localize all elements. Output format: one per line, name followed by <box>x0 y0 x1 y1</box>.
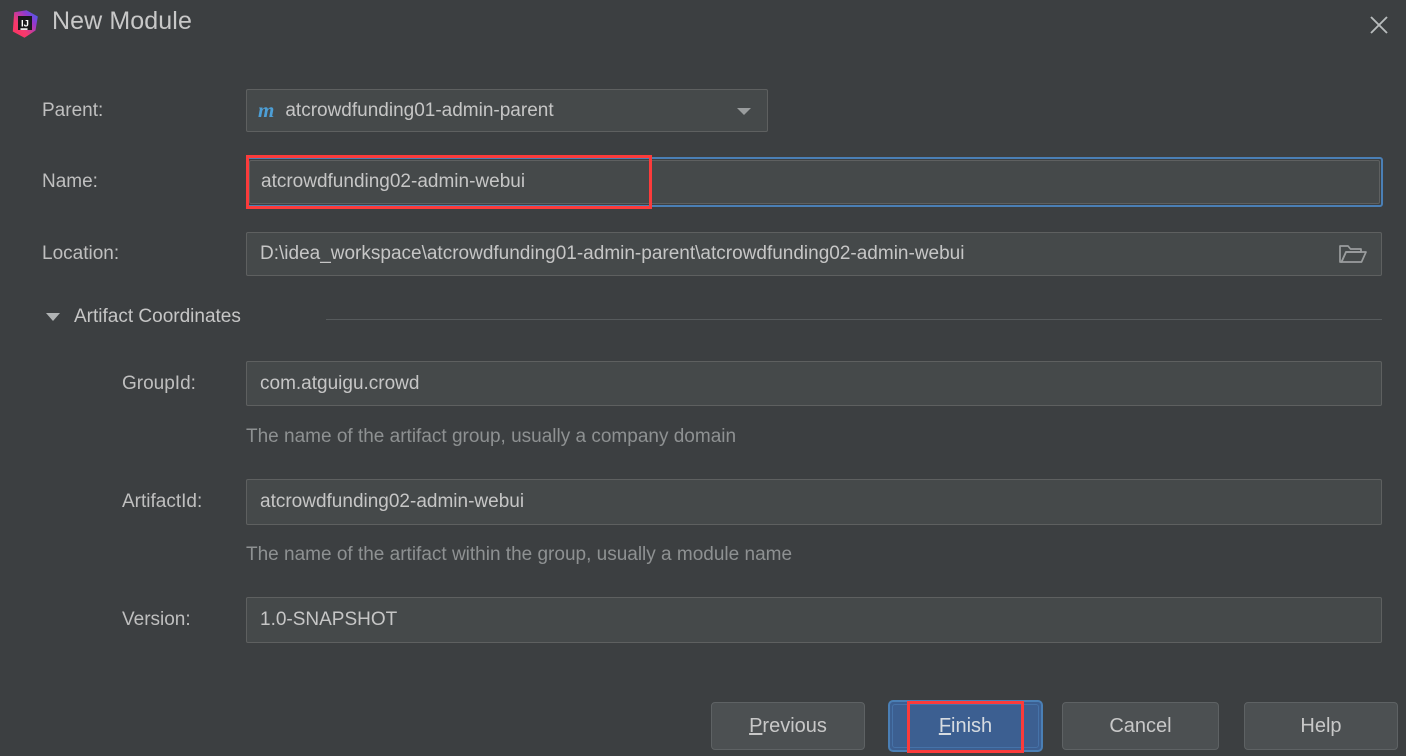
version-input[interactable]: 1.0-SNAPSHOT <box>246 597 1382 643</box>
parent-label: Parent: <box>42 100 104 121</box>
name-value: atcrowdfunding02-admin-webui <box>261 171 526 192</box>
groupid-value: com.atguigu.crowd <box>260 372 420 394</box>
name-label: Name: <box>42 171 98 192</box>
finish-button-mnemonic: F <box>938 714 952 737</box>
location-value: D:\idea_workspace\atcrowdfunding01-admin… <box>260 243 965 264</box>
name-input[interactable]: atcrowdfunding02-admin-webui <box>249 160 1380 204</box>
folder-icon[interactable] <box>1324 233 1381 275</box>
version-value: 1.0-SNAPSHOT <box>260 609 398 630</box>
parent-value: atcrowdfunding01-admin-parent <box>285 99 554 121</box>
help-button[interactable]: Help <box>1244 702 1398 750</box>
help-button-label: Help <box>1300 714 1342 737</box>
close-icon[interactable] <box>1362 8 1396 42</box>
location-input[interactable]: D:\idea_workspace\atcrowdfunding01-admin… <box>246 232 1382 276</box>
finish-button-label: inish <box>951 714 993 737</box>
groupid-hint: The name of the artifact group, usually … <box>246 426 737 447</box>
location-label: Location: <box>42 243 120 264</box>
name-input-focus-ring: atcrowdfunding02-admin-webui <box>246 157 1383 207</box>
parent-dropdown[interactable]: m atcrowdfunding01-admin-parent <box>246 89 768 132</box>
artifact-coordinates-label: Artifact Coordinates <box>74 306 241 327</box>
triangle-down-icon <box>46 313 60 321</box>
intellij-idea-logo: IJ <box>10 9 40 39</box>
artifactid-label: ArtifactId: <box>122 491 203 512</box>
finish-button-focus-ring: Finish <box>888 700 1043 752</box>
chevron-down-icon[interactable] <box>737 107 751 115</box>
svg-text:IJ: IJ <box>21 18 29 29</box>
artifactid-input[interactable]: atcrowdfunding02-admin-webui <box>246 479 1382 525</box>
maven-module-icon: m <box>258 98 275 122</box>
dialog-title: New Module <box>52 7 192 35</box>
section-separator <box>326 319 1382 320</box>
version-label: Version: <box>122 609 191 630</box>
previous-button[interactable]: Previous <box>711 702 865 750</box>
previous-button-label: revious <box>762 714 827 737</box>
previous-button-mnemonic: P <box>749 714 763 737</box>
cancel-button-label: Cancel <box>1109 714 1172 737</box>
finish-button[interactable]: Finish <box>892 704 1039 748</box>
groupid-label: GroupId: <box>122 373 196 394</box>
groupid-input[interactable]: com.atguigu.crowd <box>246 361 1382 406</box>
artifact-coordinates-toggle[interactable]: Artifact Coordinates <box>46 306 241 328</box>
artifactid-hint: The name of the artifact within the grou… <box>246 544 793 565</box>
dialog-titlebar: IJ New Module <box>0 0 1406 52</box>
artifactid-value: atcrowdfunding02-admin-webui <box>260 491 525 512</box>
cancel-button[interactable]: Cancel <box>1062 702 1219 750</box>
